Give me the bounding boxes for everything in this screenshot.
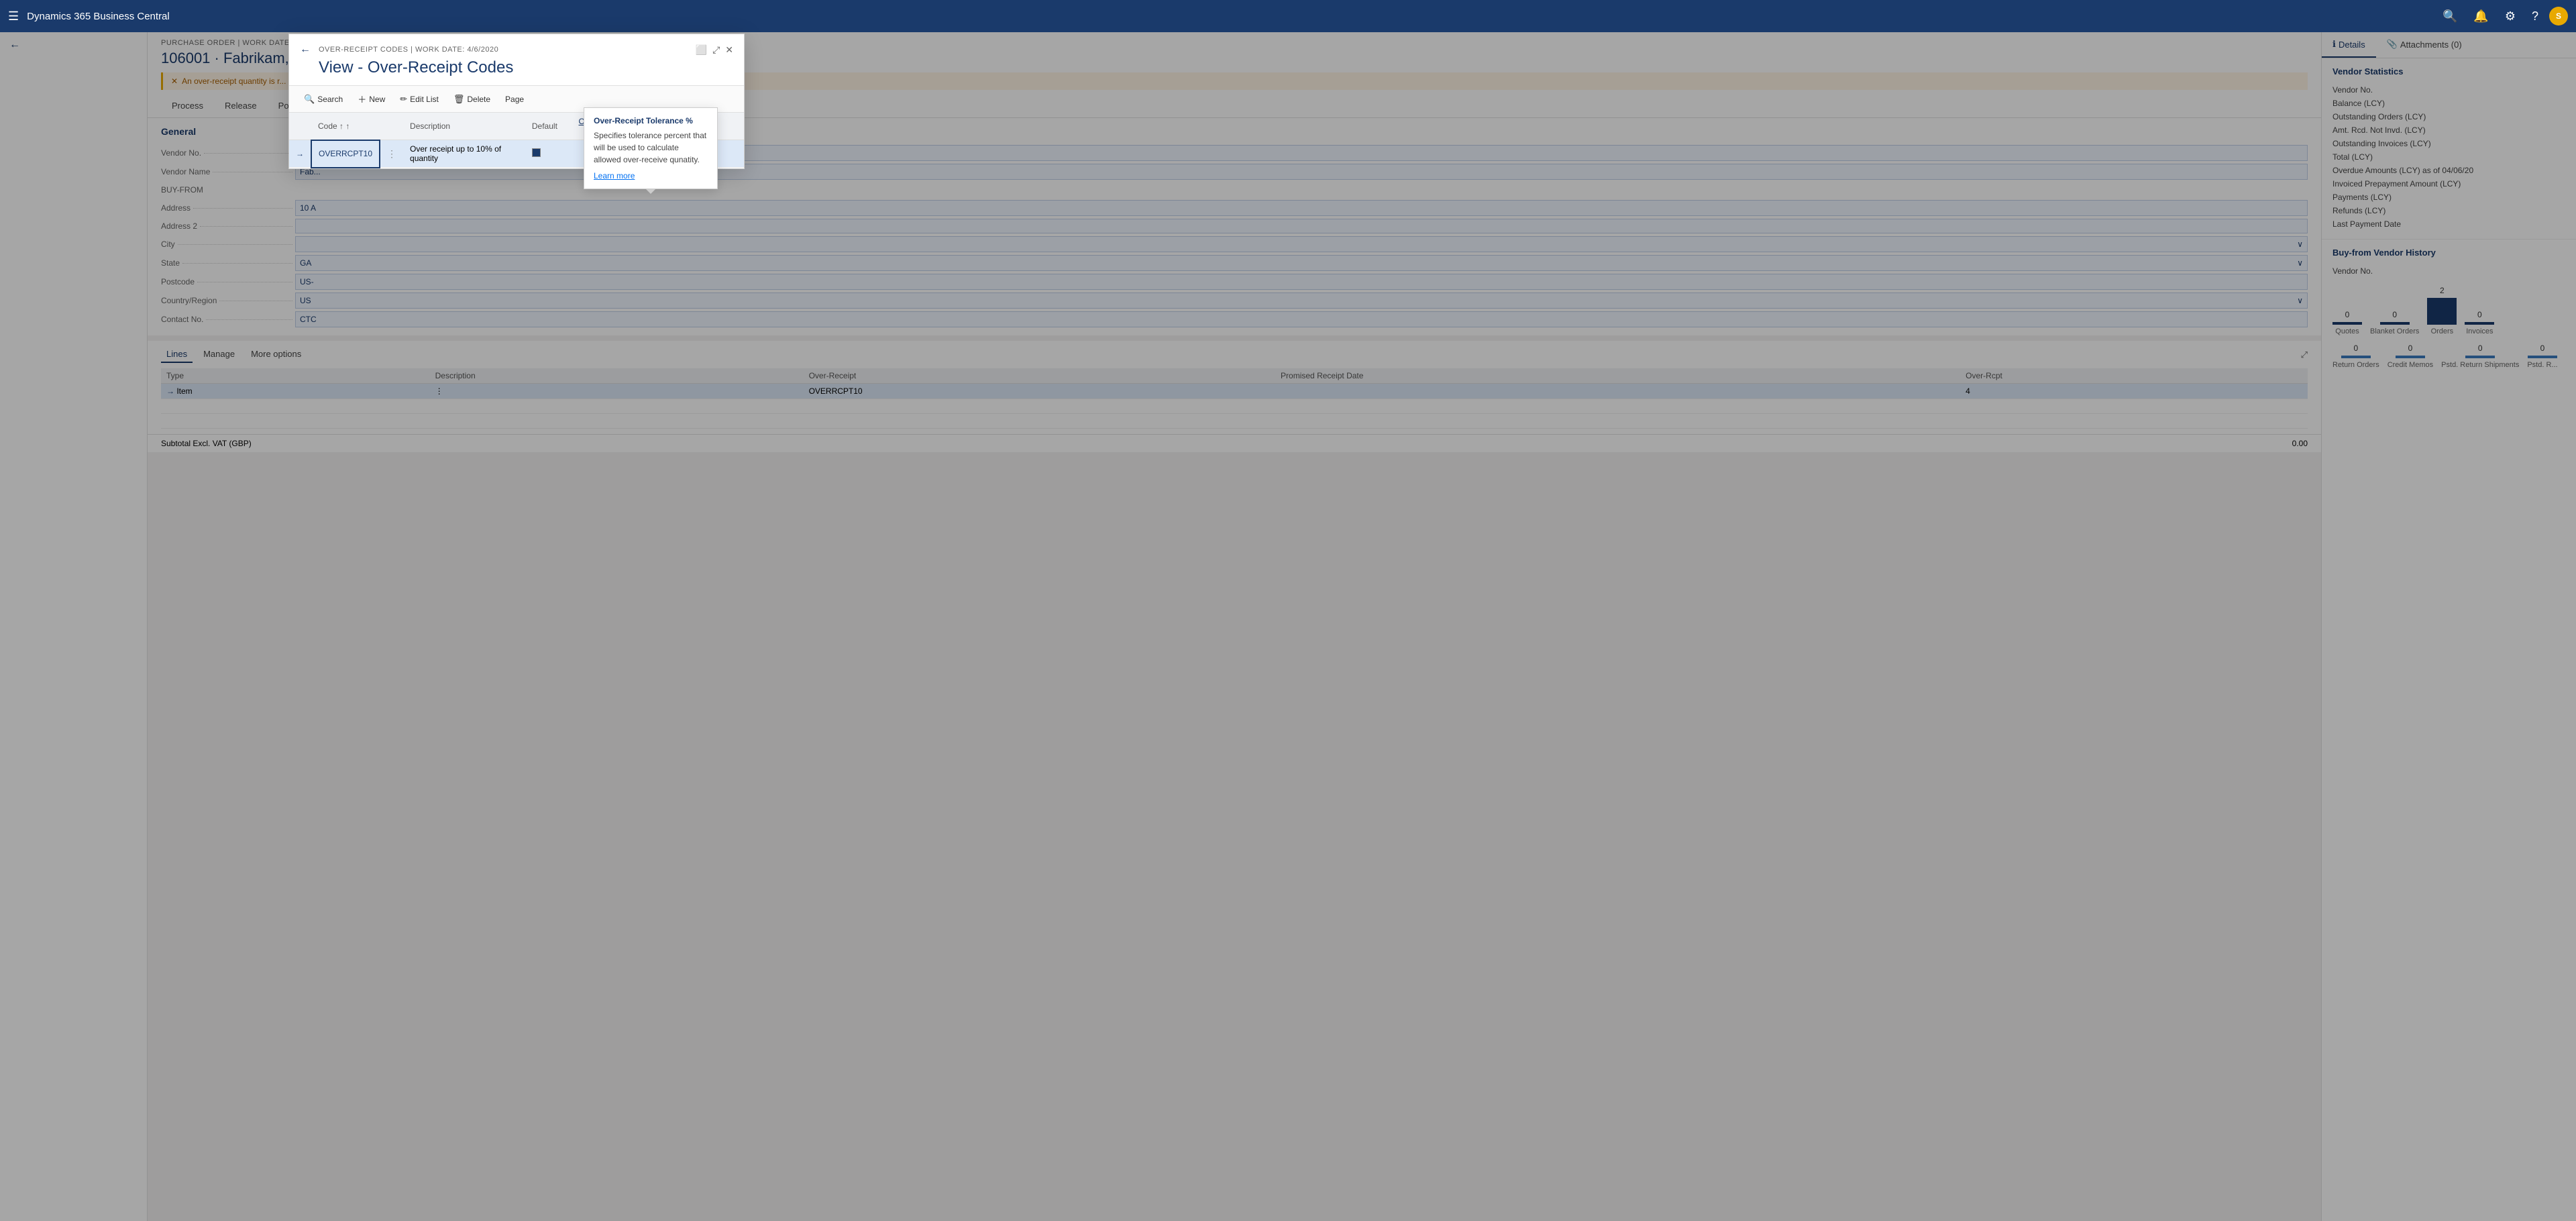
overlay-backdrop	[0, 32, 2576, 1221]
user-avatar[interactable]: S	[2549, 7, 2568, 25]
edit-icon: ✏	[400, 94, 407, 105]
row-arrow-icon: →	[296, 149, 304, 158]
settings-icon[interactable]: ⚙	[2500, 7, 2521, 26]
search-nav-icon[interactable]: 🔍	[2437, 7, 2463, 26]
delete-icon: 🗑	[453, 94, 465, 105]
help-icon[interactable]: ?	[2526, 7, 2544, 26]
row-code-td[interactable]: OVERRCPT10	[311, 140, 380, 168]
app-title: Dynamics 365 Business Central	[27, 11, 2437, 22]
modal-header: ← OVER-RECEIPT CODES | WORK DATE: 4/6/20…	[289, 34, 744, 56]
modal-search-button[interactable]: 🔍 Search	[297, 91, 350, 107]
row-options-td[interactable]: ⋮	[380, 140, 403, 168]
new-icon: ＋	[358, 93, 366, 105]
search-icon: 🔍	[304, 94, 315, 105]
modal-new-button[interactable]: ＋ New	[351, 90, 392, 108]
modal-title: View - Over-Receipt Codes	[289, 56, 744, 85]
modal-page-button[interactable]: Page	[498, 92, 531, 107]
page-label: Page	[505, 95, 524, 104]
row-options-btn[interactable]: ⋮	[387, 148, 396, 159]
tooltip-arrow	[645, 189, 656, 194]
row-arrow-td: →	[289, 140, 311, 168]
modal-col-default[interactable]: Default	[525, 113, 564, 140]
bell-icon[interactable]: 🔔	[2468, 7, 2493, 26]
row-desc-td: Over receipt up to 10% of quantity	[403, 140, 525, 168]
modal-close-icon[interactable]: ✕	[725, 44, 733, 56]
modal-subtitle: OVER-RECEIPT CODES | WORK DATE: 4/6/2020	[319, 46, 498, 54]
modal-col-code[interactable]: Code ↑	[311, 113, 380, 140]
modal-minimize-icon[interactable]: ⬜	[696, 44, 707, 56]
modal-col-arrow	[289, 113, 311, 140]
tooltip-learn-more-link[interactable]: Learn more	[594, 171, 635, 180]
modal-expand-icon[interactable]: ⤢	[712, 44, 720, 56]
modal-delete-button[interactable]: 🗑 Delete	[447, 91, 497, 107]
default-checkbox[interactable]	[532, 148, 541, 157]
new-label: New	[369, 95, 385, 104]
row-default-td[interactable]	[525, 140, 564, 168]
tooltip-title: Over-Receipt Tolerance %	[594, 116, 708, 125]
modal-edit-list-button[interactable]: ✏ Edit List	[393, 91, 445, 107]
modal-col-options	[380, 113, 403, 140]
edit-list-label: Edit List	[410, 95, 439, 104]
hamburger-icon[interactable]: ☰	[8, 9, 19, 23]
top-navigation: ☰ Dynamics 365 Business Central 🔍 🔔 ⚙ ? …	[0, 0, 2576, 32]
tooltip-box: Over-Receipt Tolerance % Specifies toler…	[584, 107, 718, 189]
delete-label: Delete	[467, 95, 490, 104]
tooltip-text: Specifies tolerance percent that will be…	[594, 129, 708, 166]
modal-back-button[interactable]: ←	[300, 44, 311, 56]
search-label: Search	[317, 95, 343, 104]
modal-col-description[interactable]: Description	[403, 113, 525, 140]
